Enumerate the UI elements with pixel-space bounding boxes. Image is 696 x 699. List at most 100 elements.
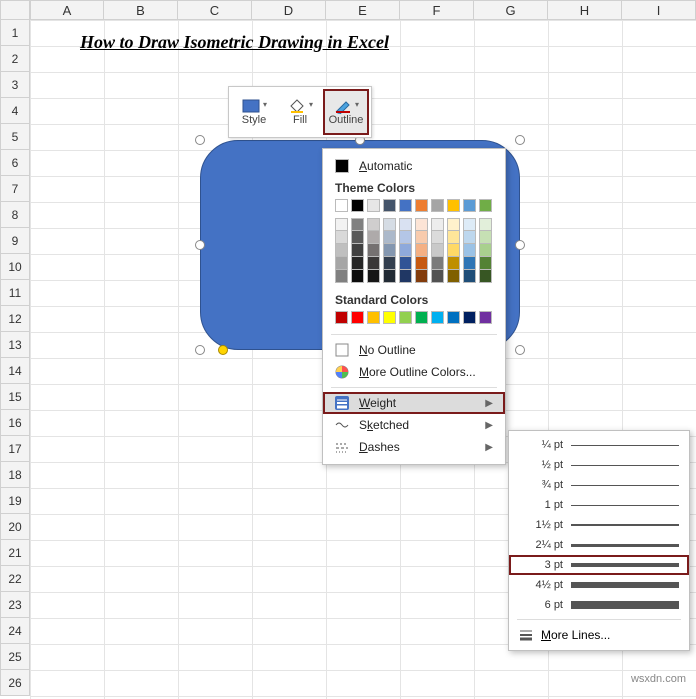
row-header[interactable]: 26 (0, 670, 30, 696)
select-all-corner[interactable] (0, 0, 30, 20)
color-swatch[interactable] (415, 231, 428, 244)
color-swatch[interactable] (431, 244, 444, 257)
dashes-submenu[interactable]: Dashes ▶ (323, 436, 505, 458)
color-swatch[interactable] (431, 199, 444, 212)
color-swatch[interactable] (447, 311, 460, 324)
color-swatch[interactable] (383, 218, 396, 231)
color-swatch[interactable] (415, 311, 428, 324)
weight-option[interactable]: 2¼ pt (509, 535, 689, 555)
color-swatch[interactable] (367, 244, 380, 257)
color-swatch[interactable] (431, 218, 444, 231)
row-header[interactable]: 12 (0, 306, 30, 332)
weight-submenu[interactable]: Weight ▶ (323, 392, 505, 414)
row-header[interactable]: 2 (0, 46, 30, 72)
more-outline-colors[interactable]: More Outline Colors... (323, 361, 505, 383)
adjustment-handle[interactable] (218, 345, 228, 355)
color-swatch[interactable] (463, 199, 476, 212)
resize-handle-nw[interactable] (195, 135, 205, 145)
color-swatch[interactable] (415, 270, 428, 283)
color-swatch[interactable] (399, 199, 412, 212)
color-swatch[interactable] (463, 311, 476, 324)
row-header[interactable]: 3 (0, 72, 30, 98)
color-swatch[interactable] (335, 257, 348, 270)
row-header[interactable]: 14 (0, 358, 30, 384)
color-swatch[interactable] (463, 257, 476, 270)
row-header[interactable]: 25 (0, 644, 30, 670)
color-swatch[interactable] (431, 257, 444, 270)
color-swatch[interactable] (415, 257, 428, 270)
color-swatch[interactable] (335, 218, 348, 231)
color-swatch[interactable] (383, 311, 396, 324)
color-swatch[interactable] (367, 199, 380, 212)
color-swatch[interactable] (399, 218, 412, 231)
row-header[interactable]: 6 (0, 150, 30, 176)
color-swatch[interactable] (463, 218, 476, 231)
outline-button[interactable]: ▾ Outline (323, 89, 369, 135)
row-header[interactable]: 23 (0, 592, 30, 618)
color-swatch[interactable] (383, 270, 396, 283)
resize-handle-w[interactable] (195, 240, 205, 250)
color-swatch[interactable] (447, 257, 460, 270)
color-swatch[interactable] (399, 257, 412, 270)
resize-handle-se[interactable] (515, 345, 525, 355)
weight-option[interactable]: 1½ pt (509, 515, 689, 535)
color-swatch[interactable] (399, 231, 412, 244)
color-swatch[interactable] (367, 257, 380, 270)
color-swatch[interactable] (431, 270, 444, 283)
color-swatch[interactable] (367, 218, 380, 231)
row-header[interactable]: 20 (0, 514, 30, 540)
more-lines[interactable]: More Lines... (509, 624, 689, 646)
color-swatch[interactable] (447, 270, 460, 283)
color-swatch[interactable] (399, 244, 412, 257)
color-swatch[interactable] (351, 257, 364, 270)
color-swatch[interactable] (479, 311, 492, 324)
color-swatch[interactable] (335, 270, 348, 283)
color-swatch[interactable] (335, 231, 348, 244)
row-header[interactable]: 4 (0, 98, 30, 124)
color-swatch[interactable] (367, 311, 380, 324)
color-swatch[interactable] (399, 311, 412, 324)
row-header[interactable]: 15 (0, 384, 30, 410)
color-swatch[interactable] (351, 311, 364, 324)
col-header[interactable]: B (104, 0, 178, 20)
color-swatch[interactable] (479, 257, 492, 270)
automatic-color[interactable]: Automatic (323, 155, 505, 177)
color-swatch[interactable] (367, 270, 380, 283)
col-header[interactable]: G (474, 0, 548, 20)
color-swatch[interactable] (351, 231, 364, 244)
color-swatch[interactable] (383, 257, 396, 270)
color-swatch[interactable] (415, 244, 428, 257)
color-swatch[interactable] (479, 244, 492, 257)
row-header[interactable]: 5 (0, 124, 30, 150)
row-header[interactable]: 18 (0, 462, 30, 488)
weight-option[interactable]: 4½ pt (509, 575, 689, 595)
color-swatch[interactable] (399, 270, 412, 283)
color-swatch[interactable] (351, 244, 364, 257)
color-swatch[interactable] (431, 231, 444, 244)
row-header[interactable]: 9 (0, 228, 30, 254)
row-header[interactable]: 16 (0, 410, 30, 436)
row-header[interactable]: 10 (0, 254, 30, 280)
row-header[interactable]: 17 (0, 436, 30, 462)
color-swatch[interactable] (447, 231, 460, 244)
weight-option[interactable]: 3 pt (509, 555, 689, 575)
row-header[interactable]: 19 (0, 488, 30, 514)
row-header[interactable]: 7 (0, 176, 30, 202)
resize-handle-sw[interactable] (195, 345, 205, 355)
row-header[interactable]: 13 (0, 332, 30, 358)
color-swatch[interactable] (479, 218, 492, 231)
weight-option[interactable]: ½ pt (509, 455, 689, 475)
sketched-submenu[interactable]: Sketched ▶ (323, 414, 505, 436)
col-header[interactable]: D (252, 0, 326, 20)
fill-button[interactable]: ▾ Fill (277, 89, 323, 135)
color-swatch[interactable] (447, 199, 460, 212)
row-header[interactable]: 21 (0, 540, 30, 566)
color-swatch[interactable] (335, 311, 348, 324)
col-header[interactable]: I (622, 0, 696, 20)
weight-option[interactable]: ¼ pt (509, 435, 689, 455)
color-swatch[interactable] (383, 231, 396, 244)
row-header[interactable]: 8 (0, 202, 30, 228)
color-swatch[interactable] (351, 218, 364, 231)
resize-handle-ne[interactable] (515, 135, 525, 145)
row-header[interactable]: 1 (0, 20, 30, 46)
